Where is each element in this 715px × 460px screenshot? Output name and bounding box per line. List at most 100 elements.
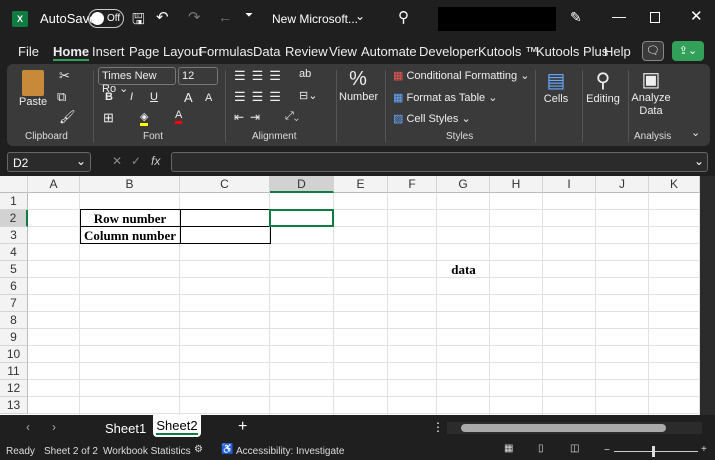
comments-button[interactable]: 🗨	[642, 41, 664, 61]
column-header-I[interactable]: I	[543, 176, 596, 193]
conditional-formatting-button[interactable]: ▦ Conditional Formatting ⌄	[393, 69, 529, 82]
collapse-ribbon-icon[interactable]: ⌄	[691, 126, 700, 139]
zoom-in-button[interactable]: +	[701, 444, 707, 455]
minimize-icon[interactable]: —	[612, 8, 626, 24]
expand-formula-icon[interactable]: ⌄	[694, 154, 704, 168]
row-header-13[interactable]: 13	[0, 397, 28, 414]
cell-G5[interactable]: data	[407, 261, 520, 278]
tab-view[interactable]: View	[329, 44, 357, 59]
enter-icon[interactable]: ✓	[131, 154, 141, 168]
autosave-toggle[interactable]: Off	[88, 9, 124, 28]
orientation-icon[interactable]: ⤢⌄	[285, 110, 299, 123]
cell-B3[interactable]: Column number	[80, 227, 180, 244]
customize-icon[interactable]: ⏷	[245, 10, 253, 21]
search-icon[interactable]: ⚲	[398, 8, 409, 26]
tab-kutools[interactable]: Kutools ™	[478, 44, 538, 59]
grow-font-button[interactable]: A	[184, 90, 193, 105]
column-header-D[interactable]: D	[270, 176, 334, 193]
tab-insert[interactable]: Insert	[92, 44, 125, 59]
tab-formulas[interactable]: Formulas	[199, 44, 253, 59]
pen-icon[interactable]: ✎	[570, 9, 582, 26]
normal-view-icon[interactable]: ▦	[504, 443, 513, 454]
bordered-cell-C3[interactable]	[180, 226, 271, 244]
bold-button[interactable]: B	[105, 91, 113, 103]
cell-styles-button[interactable]: ▨ Cell Styles ⌄	[393, 112, 471, 125]
row-header-12[interactable]: 12	[0, 380, 28, 397]
close-icon[interactable]: ✕	[690, 7, 703, 25]
italic-button[interactable]: I	[130, 91, 133, 103]
share-button[interactable]: ⇪⌄	[672, 41, 704, 61]
tab-kutools-plus[interactable]: Kutools Plus	[536, 44, 608, 59]
add-sheet-button[interactable]: +	[238, 418, 247, 436]
tab-home[interactable]: Home	[53, 44, 90, 61]
scroll-thumb[interactable]	[461, 424, 666, 432]
align-icons[interactable]: ☰☰☰	[234, 68, 287, 84]
font-size-select[interactable]: 12	[178, 67, 218, 85]
zoom-slider[interactable]	[614, 446, 698, 457]
column-header-H[interactable]: H	[490, 176, 543, 193]
column-header-F[interactable]: F	[388, 176, 437, 193]
page-layout-view-icon[interactable]: ▯	[538, 443, 544, 454]
underline-button[interactable]: U	[150, 91, 158, 103]
copy-icon[interactable]: ⧉	[57, 89, 66, 105]
row-header-7[interactable]: 7	[0, 295, 28, 312]
macro-icon[interactable]: ⚙	[194, 444, 203, 455]
save-icon[interactable]: 🖫	[132, 9, 145, 34]
paste-button[interactable]: Paste	[19, 70, 47, 108]
accessibility-status[interactable]: Accessibility: Investigate	[236, 446, 344, 457]
column-header-B[interactable]: B	[80, 176, 180, 193]
font-name-select[interactable]: Times New Ro ⌄	[98, 67, 176, 95]
row-header-3[interactable]: 3	[0, 227, 28, 244]
zoom-out-button[interactable]: −	[604, 445, 610, 456]
horizontal-scrollbar[interactable]	[447, 422, 702, 434]
merge-icon[interactable]: ⊟⌄	[299, 89, 317, 102]
page-break-view-icon[interactable]: ◫	[570, 443, 579, 454]
row-header-9[interactable]: 9	[0, 329, 28, 346]
next-sheet-icon[interactable]: ›	[52, 420, 56, 434]
wrap-text-icon[interactable]: ab	[299, 68, 311, 80]
undo-icon[interactable]: ↶	[156, 8, 169, 26]
spreadsheet-grid[interactable]: A B C D E F G H I J K 1 2 3 4 5 6 7 8 9 10 11 12 13 Row number Co…	[0, 176, 700, 415]
name-box[interactable]: D2 ⌄	[7, 152, 91, 172]
editing-button[interactable]: ⚲ Editing	[585, 68, 621, 105]
tab-page-layout[interactable]: Page Layout	[129, 44, 202, 59]
column-header-A[interactable]: A	[28, 176, 80, 193]
more-options-icon[interactable]: ⋮	[432, 420, 444, 434]
document-title[interactable]: New Microsoft...	[272, 12, 358, 26]
account-box[interactable]	[438, 7, 556, 31]
cancel-icon[interactable]: ✕	[112, 154, 122, 168]
zoom-slider-thumb[interactable]	[652, 446, 655, 457]
format-as-table-button[interactable]: ▦ Format as Table ⌄	[393, 91, 497, 104]
row-header-5[interactable]: 5	[0, 261, 28, 278]
row-header-11[interactable]: 11	[0, 363, 28, 380]
cut-icon[interactable]: ✂	[59, 68, 70, 84]
format-painter-icon[interactable]: 🖌	[59, 109, 76, 125]
sheet-tab-sheet1[interactable]: Sheet1	[105, 421, 146, 436]
row-header-6[interactable]: 6	[0, 278, 28, 295]
cell-B2[interactable]: Row number	[80, 210, 180, 227]
row-header-8[interactable]: 8	[0, 312, 28, 329]
select-all[interactable]	[0, 176, 28, 193]
tab-automate[interactable]: Automate	[361, 44, 417, 59]
analyze-data-button[interactable]: ▣ Analyze Data	[631, 68, 671, 118]
row-header-4[interactable]: 4	[0, 244, 28, 261]
number-button[interactable]: % Number	[339, 68, 378, 103]
row-header-1[interactable]: 1	[0, 193, 28, 210]
fill-color-icon[interactable]: ◈	[140, 110, 149, 126]
tab-developer[interactable]: Developer	[419, 44, 478, 59]
tab-file[interactable]: File	[18, 44, 39, 59]
cells-button[interactable]: ▤ Cells	[541, 68, 571, 105]
row-header-2[interactable]: 2	[0, 210, 28, 227]
tab-help[interactable]: Help	[604, 44, 631, 59]
shrink-font-button[interactable]: A	[205, 92, 212, 104]
tab-data[interactable]: Data	[253, 44, 280, 59]
bordered-cell-C2[interactable]	[180, 209, 271, 227]
borders-icon[interactable]: ⊞	[103, 110, 114, 126]
accessibility-icon[interactable]: ♿	[221, 444, 233, 455]
column-header-E[interactable]: E	[334, 176, 388, 193]
chevron-down-icon[interactable]: ⌄	[355, 9, 365, 23]
column-header-G[interactable]: G	[437, 176, 490, 193]
selected-cell-D2[interactable]	[269, 209, 334, 227]
sheet-tab-sheet2[interactable]: Sheet2	[153, 415, 201, 437]
back-icon[interactable]: ←	[218, 9, 232, 25]
